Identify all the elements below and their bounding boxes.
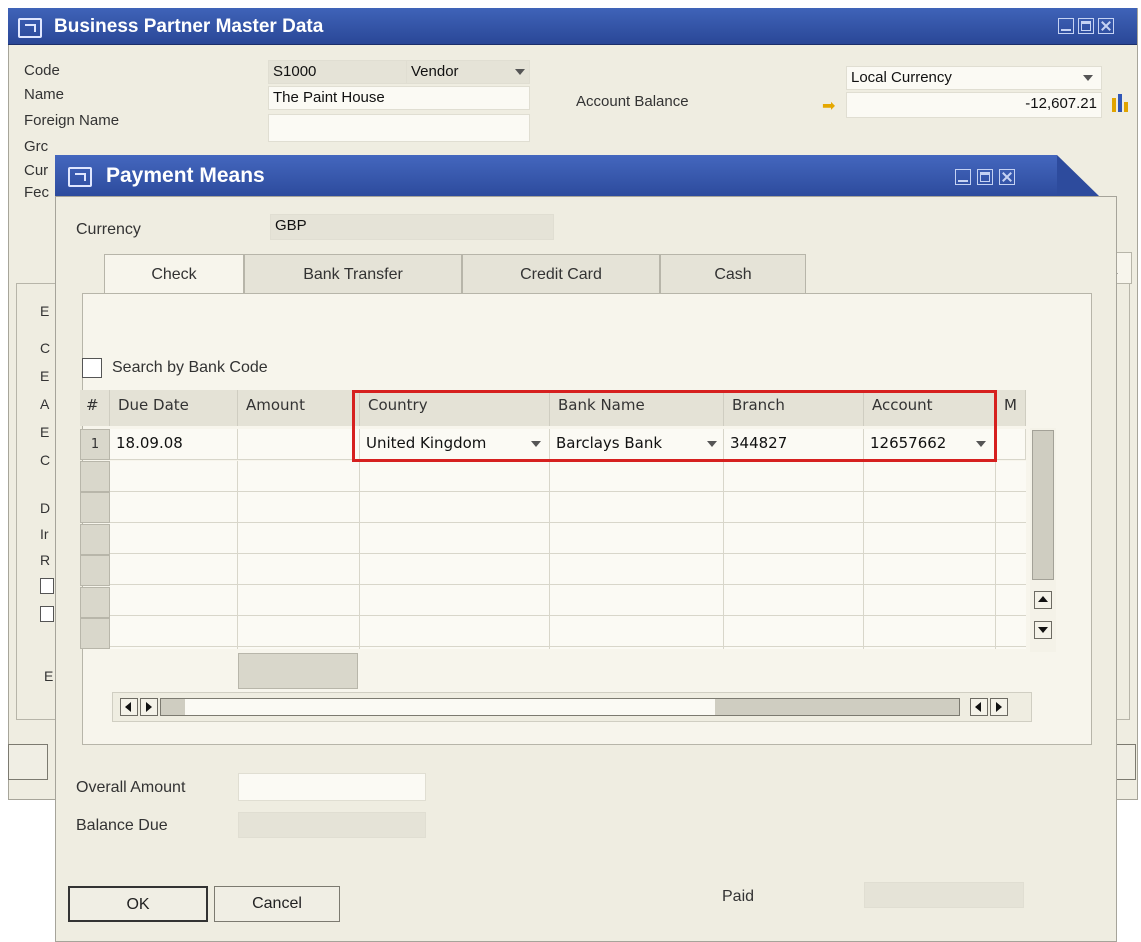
scroll-down-button[interactable]	[1034, 621, 1052, 639]
row-number[interactable]	[80, 524, 110, 555]
account-balance-label: Account Balance	[576, 93, 689, 110]
m-cell[interactable]	[996, 429, 1026, 460]
grid-footer-cell	[238, 653, 358, 689]
column-header-number[interactable]: #	[80, 390, 110, 426]
bp-left-button[interactable]	[8, 744, 48, 780]
currency-label: Cur	[24, 162, 49, 179]
arrow-right-icon	[996, 702, 1002, 712]
close-icon[interactable]	[999, 169, 1015, 185]
bp-side-checkbox[interactable]	[40, 606, 54, 622]
chevron-down-icon	[515, 69, 525, 75]
bp-side-letter: C	[40, 452, 51, 468]
account-balance-field: -12,607.21	[846, 92, 1102, 118]
link-arrow-icon[interactable]: ➡	[822, 96, 835, 115]
cancel-button[interactable]: Cancel	[214, 886, 340, 922]
scroll-up-button[interactable]	[1034, 591, 1052, 609]
chevron-down-icon	[1083, 75, 1093, 81]
column-header-amount[interactable]: Amount	[238, 390, 360, 426]
paid-label: Paid	[722, 888, 755, 905]
row-number[interactable]	[80, 492, 110, 523]
name-label: Name	[24, 86, 65, 103]
overall-amount-field[interactable]	[238, 773, 426, 801]
vertical-scroll-thumb[interactable]	[1032, 430, 1054, 580]
code-label: Code	[24, 62, 60, 79]
tab-cash[interactable]: Cash	[660, 254, 806, 294]
bp-side-checkbox[interactable]	[40, 578, 54, 594]
federal-tax-label: Fec	[24, 184, 50, 201]
bp-side-letter: E	[44, 668, 54, 684]
row-number[interactable]: 1	[80, 429, 110, 460]
tab-credit-card[interactable]: Credit Card	[462, 254, 660, 294]
bp-window-title: Business Partner Master Data	[54, 16, 324, 37]
name-field[interactable]: The Paint House	[268, 86, 530, 110]
foreign-name-field[interactable]	[268, 114, 530, 142]
row-number[interactable]	[80, 587, 110, 618]
overall-amount-label: Overall Amount	[76, 779, 186, 796]
highlight-box	[352, 390, 997, 462]
balance-due-label: Balance Due	[76, 817, 168, 834]
payment-means-title: Payment Means	[106, 164, 265, 187]
ok-button-label: OK	[126, 896, 150, 913]
bp-side-letter: A	[40, 396, 50, 412]
tab-label: Check	[151, 266, 197, 283]
currency-label: Currency	[76, 221, 141, 238]
bp-side-letter: R	[40, 552, 51, 568]
amount-cell[interactable]	[238, 429, 360, 460]
ok-button[interactable]: OK	[68, 886, 208, 922]
horizontal-scroll-thumb[interactable]	[185, 699, 715, 715]
scroll-right-button[interactable]	[990, 698, 1008, 716]
window-icon	[68, 167, 92, 187]
currency-field: GBP	[270, 214, 554, 240]
bp-side-letter: E	[40, 303, 50, 319]
row-number[interactable]	[80, 555, 110, 586]
paid-field	[864, 882, 1024, 908]
bp-side-letter: E	[40, 368, 50, 384]
tab-label: Cash	[714, 266, 752, 283]
maximize-icon[interactable]	[1078, 18, 1094, 34]
minimize-icon[interactable]	[955, 169, 971, 185]
chart-icon[interactable]	[1110, 92, 1132, 114]
bp-side-letter: E	[40, 424, 50, 440]
bp-side-letter: C	[40, 340, 51, 356]
tab-check[interactable]: Check	[104, 254, 244, 296]
foreign-name-label: Foreign Name	[24, 112, 120, 129]
tab-bank-transfer[interactable]: Bank Transfer	[244, 254, 462, 294]
arrow-up-icon	[1038, 596, 1048, 602]
maximize-icon[interactable]	[977, 169, 993, 185]
scroll-right-button[interactable]	[140, 698, 158, 716]
column-header-m[interactable]: M	[996, 390, 1026, 426]
vertical-scrollbar[interactable]	[1030, 428, 1056, 652]
bp-type-select[interactable]: Vendor	[406, 60, 530, 84]
window-icon	[18, 18, 42, 38]
grid-column-lines	[110, 461, 1026, 649]
arrow-left-icon	[125, 702, 131, 712]
arrow-left-icon	[975, 702, 981, 712]
row-number[interactable]	[80, 618, 110, 649]
scroll-left-button[interactable]	[120, 698, 138, 716]
scroll-left-button[interactable]	[970, 698, 988, 716]
bp-side-letter: Ir	[40, 526, 49, 542]
close-icon[interactable]	[1098, 18, 1114, 34]
tab-label: Credit Card	[520, 266, 602, 283]
arrow-down-icon	[1038, 627, 1048, 633]
bp-side-letter: D	[40, 500, 51, 516]
tab-label: Bank Transfer	[303, 266, 403, 283]
row-number[interactable]	[80, 461, 110, 492]
group-label: Grc	[24, 138, 49, 155]
search-by-bank-code-checkbox[interactable]	[82, 358, 102, 378]
currency-mode-select[interactable]: Local Currency	[846, 66, 1102, 90]
minimize-icon[interactable]	[1058, 18, 1074, 34]
cancel-button-label: Cancel	[252, 895, 302, 912]
arrow-right-icon	[146, 702, 152, 712]
horizontal-scrollbar-left[interactable]	[160, 698, 960, 716]
code-field[interactable]: S1000	[268, 60, 408, 84]
due-date-cell[interactable]: 18.09.08	[110, 429, 238, 460]
search-by-bank-code-label[interactable]: Search by Bank Code	[112, 359, 268, 377]
column-header-due-date[interactable]: Due Date	[110, 390, 238, 426]
balance-due-field	[238, 812, 426, 838]
